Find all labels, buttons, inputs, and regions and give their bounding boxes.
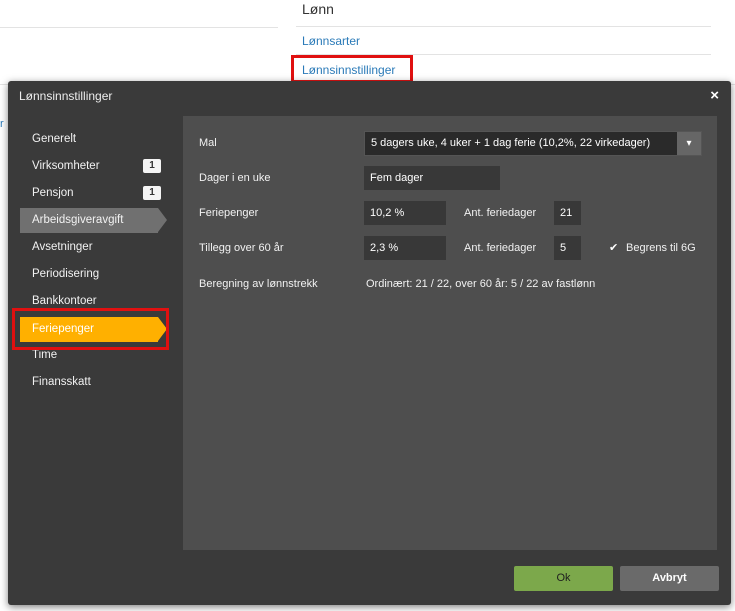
section-title: Lønn [302,1,334,17]
feriepenger-highlight [12,308,169,350]
settings-dialog: Lønnsinnstillinger × Generelt Virksomhet… [8,81,731,605]
tillegg-label: Tillegg over 60 år [199,242,284,254]
cancel-button[interactable]: Avbryt [620,566,719,591]
settings-content: Mal 5 dagers uke, 4 uker + 1 dag ferie (… [183,116,717,550]
mal-value: 5 dagers uke, 4 uker + 1 dag ferie (10,2… [371,137,651,149]
nav-item-label: Generelt [32,133,77,145]
nav-item-periodisering[interactable]: Periodisering [20,262,158,287]
mal-label: Mal [199,137,217,149]
lonnsarter-link[interactable]: Lønnsarter [302,34,360,48]
beregning-value: Ordinært: 21 / 22, over 60 år: 5 / 22 av… [366,278,596,290]
close-icon[interactable]: × [710,87,719,104]
nav-item-generelt[interactable]: Generelt [20,127,158,152]
ant-feriedager-label: Ant. feriedager [464,207,537,219]
bg-text-fragment: r [0,118,4,130]
nav-item-label: Arbeidsgiveravgift [32,214,124,226]
mal-select[interactable]: 5 dagers uke, 4 uker + 1 dag ferie (10,2… [364,131,702,156]
dialog-title: Lønnsinnstillinger [19,89,113,103]
nav-item-label: Time [32,349,58,361]
begrens-label: Begrens til 6G [626,242,696,254]
nav-item-label: Periodisering [32,268,100,280]
tillegg-field[interactable]: 2,3 % [364,236,446,260]
nav-item-label: Bankkontoer [32,295,97,307]
nav-item-arbeidsgiveravgift[interactable]: Arbeidsgiveravgift [20,208,167,233]
nav-item-label: Virksomheter [32,160,100,172]
count-badge: 1 [143,186,161,200]
dager-label: Dager i en uke [199,172,271,184]
ant-feriedager-field-2[interactable]: 5 [554,236,581,260]
dager-field[interactable]: Fem dager [364,166,500,190]
nav-item-label: Finansskatt [32,376,91,388]
nav-item-virksomheter[interactable]: Virksomheter 1 [20,154,161,179]
feriepenger-label: Feriepenger [199,207,259,219]
nav-item-label: Avsetninger [32,241,93,253]
nav-item-avsetninger[interactable]: Avsetninger [20,235,158,260]
nav-item-pensjon[interactable]: Pensjon 1 [20,181,161,206]
bg-divider [0,27,278,28]
count-badge: 1 [143,159,161,173]
nav-item-label: Pensjon [32,187,74,199]
chevron-down-icon[interactable]: ▾ [677,132,701,155]
lonnsinnstillinger-link-highlight: Lønnsinnstillinger [291,55,413,83]
ant-feriedager-field[interactable]: 21 [554,201,581,225]
beregning-label: Beregning av lønnstrekk [199,278,318,290]
feriepenger-field[interactable]: 10,2 % [364,201,446,225]
ant-feriedager-label-2: Ant. feriedager [464,242,537,254]
begrens-checkbox[interactable]: ✔ [609,241,618,254]
nav-item-finansskatt[interactable]: Finansskatt [20,370,158,395]
lonnsinnstillinger-link[interactable]: Lønnsinnstillinger [302,63,395,77]
ok-button[interactable]: Ok [514,566,613,591]
bg-divider [296,26,711,27]
